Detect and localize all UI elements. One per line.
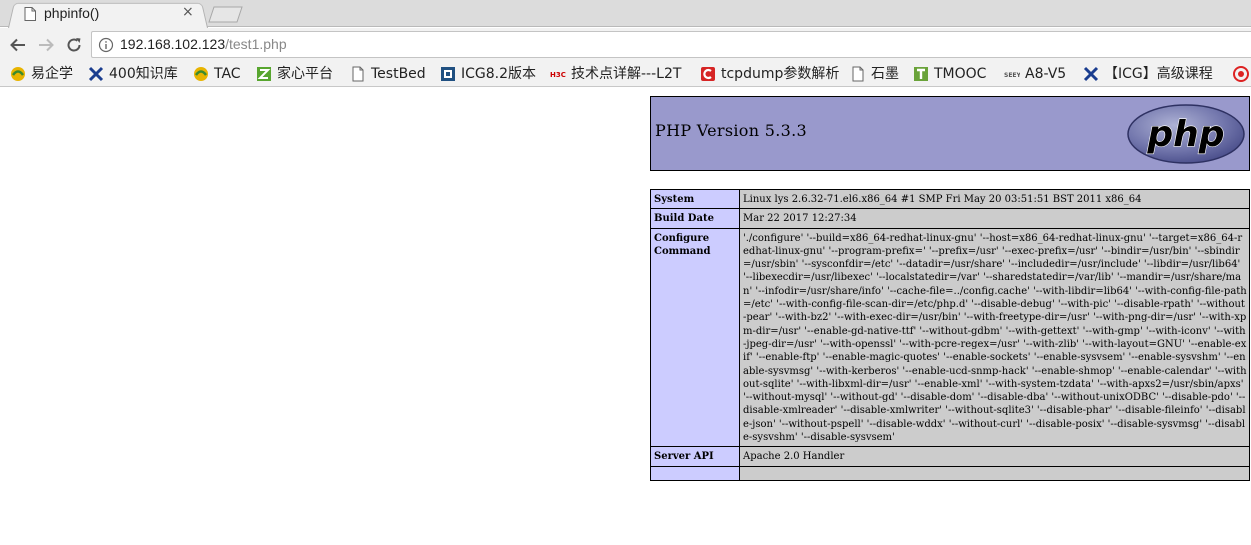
table-row: System Linux lys 2.6.32-71.el6.x86_64 #1… [650,188,1250,210]
row-value: Mar 22 2017 12:27:34 [739,208,1250,229]
address-bar[interactable]: 192.168.102.123/test1.php [91,31,1251,58]
jira-icon [441,67,455,81]
overflow-bookmark-icon[interactable] [1233,66,1249,82]
close-icon[interactable]: × [182,4,194,20]
table-row [650,465,1250,481]
forward-arrow-icon[interactable] [37,36,55,54]
row-label: Build Date [650,208,740,229]
url-host: 192.168.102.123 [120,36,226,52]
php-info-table: System Linux lys 2.6.32-71.el6.x86_64 #1… [650,188,1250,481]
bookmark-tech-detail[interactable]: H3C 技术点详解---L2T [550,65,690,83]
yiqixue-icon [11,67,25,81]
table-row: Configure Command './configure' '--build… [650,227,1250,448]
a8-icon: SEEYON [1004,72,1020,79]
php-logo[interactable]: php [1126,103,1246,165]
tab-content: phpinfo() × [8,1,208,28]
url-text: 192.168.102.123/test1.php [120,36,287,52]
h3c-x-icon [88,66,104,82]
row-value: Apache 2.0 Handler [739,446,1250,467]
red-c-icon [701,67,715,81]
svg-text:php: php [1146,114,1224,155]
back-arrow-icon[interactable] [9,36,27,54]
green-z-icon [257,67,271,81]
yiqixue-icon [194,67,208,81]
bookmark-tcpdump[interactable]: tcpdump参数解析 [700,65,840,83]
h3c-icon: H3C [550,71,566,79]
row-value: Linux lys 2.6.32-71.el6.x86_64 #1 SMP Fr… [739,188,1250,210]
svg-text:H3C: H3C [550,71,566,79]
svg-text:SEEYON: SEEYON [1004,72,1020,79]
row-value [739,465,1250,481]
tmooc-icon [914,67,928,81]
url-path: /test1.php [225,36,287,52]
bookmarks-bar: 易企学 400知识库 TAC 家心平台 TestBed ICG8.2版本 H3C… [0,61,1251,87]
page-icon [24,7,36,21]
page-icon [852,66,864,82]
php-version-title: PHP Version 5.3.3 [655,121,807,140]
row-label [650,465,740,481]
h3c-x-icon [1083,66,1099,82]
reload-icon[interactable] [65,36,83,54]
row-value: './configure' '--build=x86_64-redhat-lin… [739,227,1250,448]
tab-title: phpinfo() [44,5,100,21]
bookmark-icg-advanced[interactable]: 【ICG】高级课程 [1083,65,1243,83]
new-tab-button[interactable] [208,6,244,23]
row-label: System [650,188,740,210]
page-content: PHP Version 5.3.3 php System Linux lys 2… [0,88,1251,545]
row-label: Server API [650,446,740,467]
row-label: Configure Command [650,227,740,448]
toolbar: 192.168.102.123/test1.php [0,28,1251,61]
page-icon [352,66,364,82]
php-header: PHP Version 5.3.3 php [650,96,1250,171]
tab-strip: phpinfo() × [0,0,1251,28]
table-row: Server API Apache 2.0 Handler [650,446,1250,467]
info-icon[interactable] [98,37,114,53]
table-row: Build Date Mar 22 2017 12:27:34 [650,208,1250,229]
